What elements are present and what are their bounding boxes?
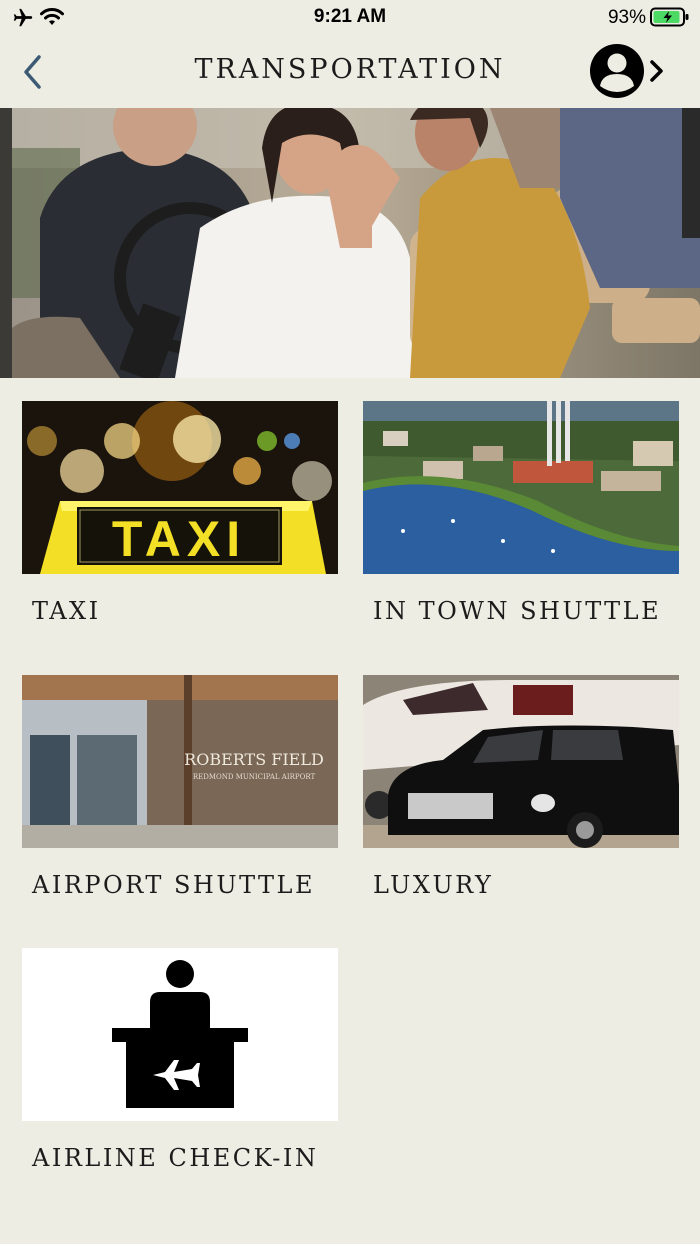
status-bar: 9:21 AM 93% <box>0 0 700 36</box>
user-icon <box>590 44 663 98</box>
airport-sign-name: ROBERTS FIELD <box>184 750 324 769</box>
check-in-desk-icon <box>22 948 338 1121</box>
option-card-airport-shuttle[interactable]: ROBERTS FIELD REDMOND MUNICIPAL AIRPORT … <box>22 675 338 899</box>
option-card-luxury[interactable]: LUXURY <box>363 675 679 899</box>
option-label: TAXI <box>32 597 101 625</box>
option-label: LUXURY <box>373 871 494 899</box>
option-label: IN TOWN SHUTTLE <box>373 597 662 625</box>
airport-terminal-image: ROBERTS FIELD REDMOND MUNICIPAL AIRPORT <box>22 675 338 848</box>
navigation-bar: TRANSPORTATION <box>0 36 700 108</box>
limousine-image <box>363 675 679 848</box>
option-card-airline-check-in[interactable]: AIRLINE CHECK-IN <box>22 948 338 1172</box>
town-aerial-image <box>363 401 679 574</box>
svg-text:TAXI: TAXI <box>112 511 246 567</box>
option-label: AIRPORT SHUTTLE <box>32 871 316 899</box>
option-card-in-town-shuttle[interactable]: IN TOWN SHUTTLE <box>363 401 679 625</box>
option-label: AIRLINE CHECK-IN <box>32 1144 319 1172</box>
status-time: 9:21 AM <box>313 6 387 27</box>
airport-sign-subtitle: REDMOND MUNICIPAL AIRPORT <box>193 773 316 781</box>
battery-percent: 93% <box>607 7 646 28</box>
hero-image <box>0 108 700 378</box>
battery-icon <box>650 7 689 27</box>
taxi-image: TAXI <box>22 401 338 574</box>
option-card-taxi[interactable]: TAXI TAXI <box>22 401 338 625</box>
profile-button[interactable] <box>588 42 672 100</box>
